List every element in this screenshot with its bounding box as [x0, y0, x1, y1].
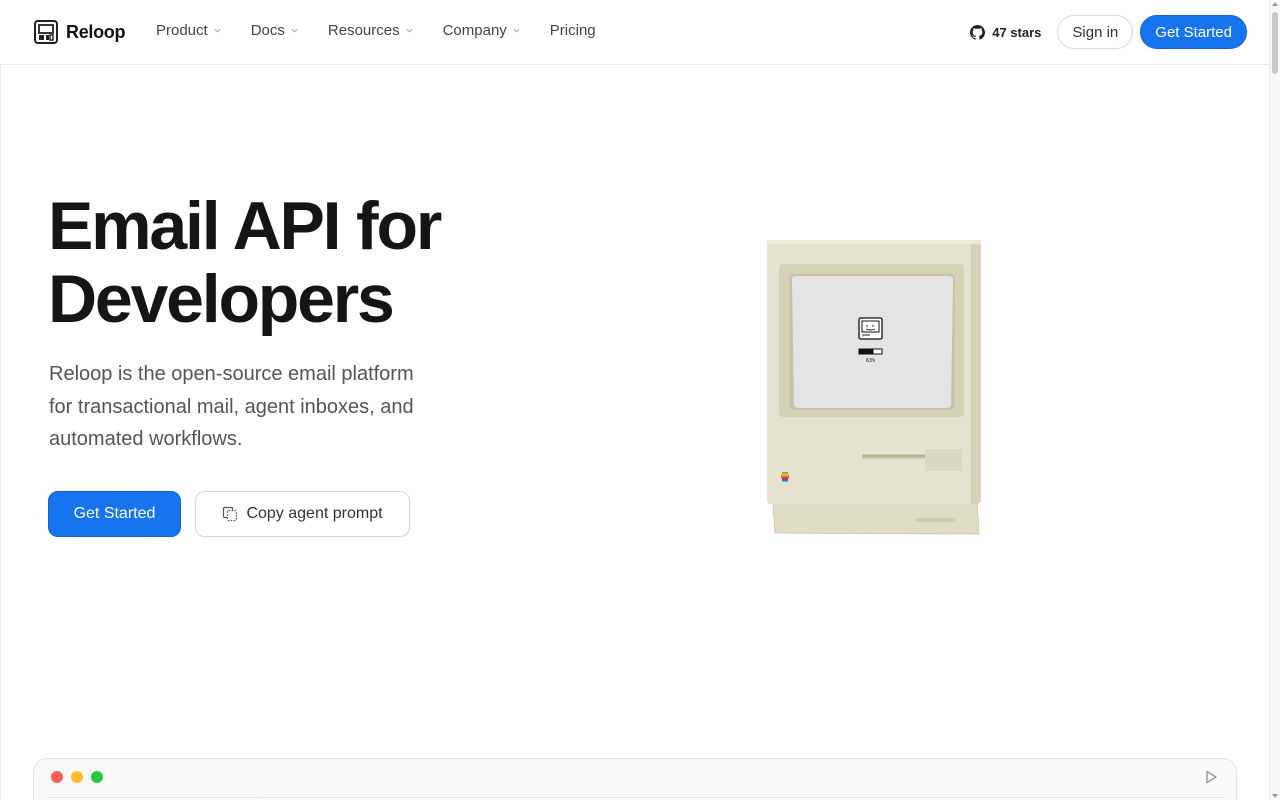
apple-logo-icon [781, 472, 789, 482]
chevron-down-icon [291, 28, 298, 33]
window-controls [51, 771, 103, 783]
copy-icon [223, 506, 238, 522]
top-nav: Reloop Product Docs Resources Company Pr… [0, 0, 1270, 65]
scroll-thumb[interactable] [1272, 12, 1278, 74]
scroll-down-arrow-icon[interactable] [1272, 794, 1278, 798]
nav-item-label: Resources [327, 22, 400, 39]
reloop-logo-icon [34, 20, 58, 44]
chevron-down-icon [406, 28, 413, 33]
nav-item-docs[interactable]: Docs [251, 22, 299, 39]
github-icon [970, 24, 986, 40]
nav-item-pricing[interactable]: Pricing [550, 22, 596, 39]
page-rail-left [0, 65, 1, 800]
nav-get-started-button[interactable]: Get Started [1140, 15, 1247, 49]
happy-mac-icon [858, 317, 883, 340]
loading-progress-text: 63% [866, 358, 875, 364]
scroll-up-arrow-icon[interactable] [1272, 2, 1278, 6]
play-icon[interactable] [1204, 770, 1218, 784]
copy-agent-prompt-label: Copy agent prompt [246, 505, 383, 522]
nav-item-label: Docs [250, 22, 285, 39]
chevron-down-icon [513, 28, 520, 33]
brand-name: Reloop [66, 21, 126, 42]
sign-in-button[interactable]: Sign in [1057, 15, 1134, 49]
brand-logo[interactable]: Reloop [34, 20, 126, 44]
retro-computer-illustration: 63% [767, 240, 981, 535]
github-stars-link[interactable]: 47 stars [970, 24, 1042, 40]
app-preview-window [33, 758, 1237, 800]
nav-item-resources[interactable]: Resources [328, 22, 414, 39]
hero-subtitle: Reloop is the open-source email platform… [49, 363, 414, 450]
window-close-button[interactable] [51, 771, 63, 783]
github-stars-count: 47 stars [992, 24, 1042, 40]
loading-progress-fill [859, 349, 874, 354]
page-scrollbar[interactable] [1270, 0, 1280, 800]
main-menu: Product Docs Resources Company Pricing [156, 22, 625, 39]
window-minimize-button[interactable] [71, 771, 83, 783]
hero-actions: Get Started Copy agent prompt [48, 491, 410, 537]
hero-title-line-1: Email API for [48, 188, 442, 264]
nav-item-company[interactable]: Company [443, 22, 521, 39]
copy-agent-prompt-button[interactable]: Copy agent prompt [195, 491, 410, 537]
nav-item-label: Company [442, 22, 507, 39]
nav-item-label: Pricing [549, 22, 596, 39]
hero-title-line-2: Developers [48, 261, 395, 337]
nav-item-label: Product [156, 22, 208, 39]
window-maximize-button[interactable] [91, 771, 103, 783]
nav-actions: 47 stars Sign in Get Started [970, 15, 1247, 49]
nav-item-product[interactable]: Product [156, 22, 222, 39]
hero-title: Email API for Developers [48, 190, 608, 336]
chevron-down-icon [214, 28, 221, 33]
hero-get-started-button[interactable]: Get Started [48, 491, 181, 537]
